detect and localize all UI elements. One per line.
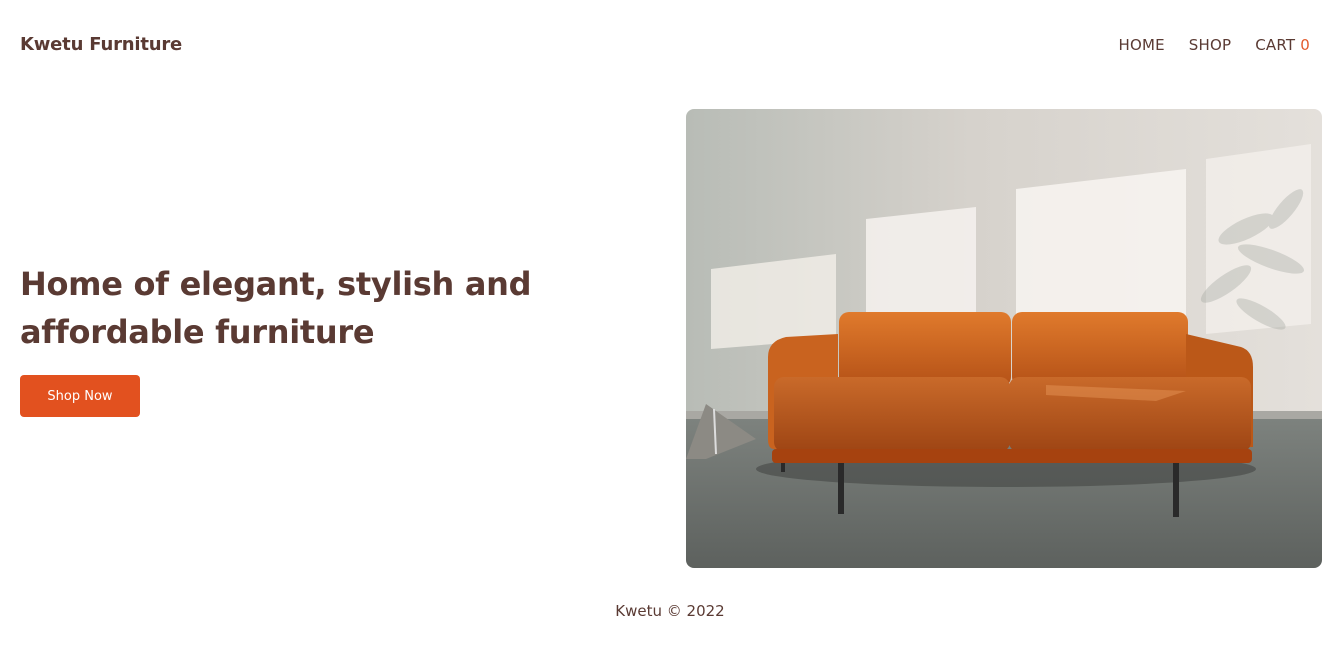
cart-label: CART [1255,36,1296,54]
sofa-photo-illustration [686,109,1322,568]
shop-now-button[interactable]: Shop Now [20,375,140,417]
footer-copyright: Kwetu © 2022 [615,602,725,620]
nav-cart[interactable]: CART 0 [1255,36,1310,54]
hero-title: Home of elegant, stylish and affordable … [20,265,532,351]
main-nav: HOME SHOP CART 0 [1118,36,1310,54]
nav-shop[interactable]: SHOP [1189,36,1231,54]
brand-logo[interactable]: Kwetu Furniture [20,34,182,55]
hero-sofa-image [686,109,1322,568]
cart-count: 0 [1300,36,1310,54]
nav-home[interactable]: HOME [1118,36,1164,54]
